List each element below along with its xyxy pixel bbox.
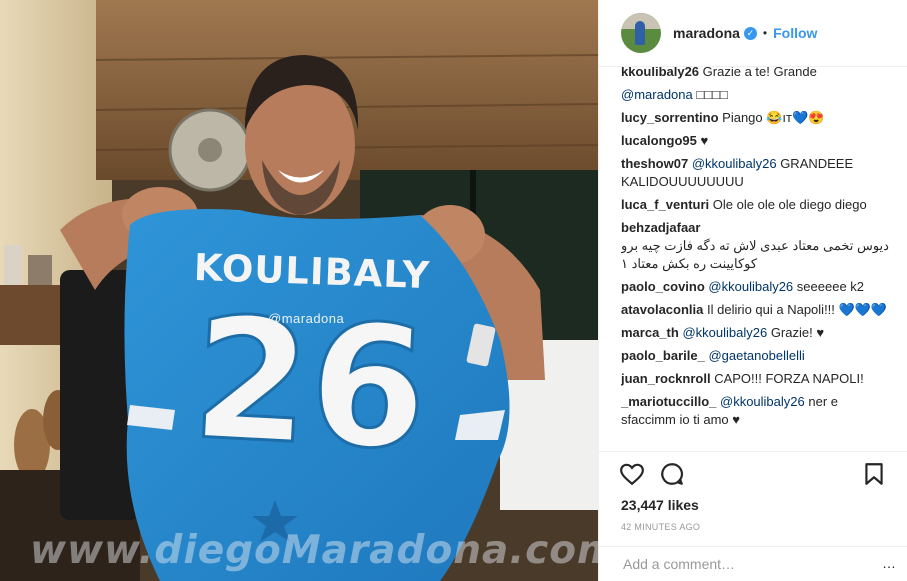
comment-item: lucy_sorrentino Piango 😂ıт💙😍 (621, 109, 896, 127)
comment-text: Grazie a te! Grande (702, 67, 817, 79)
post-photo[interactable]: KOULIBALY 26 @maradona www.diegoMaradona… (0, 0, 598, 581)
site-watermark: www.diegoMaradona.com (30, 528, 598, 573)
instagram-watermark: @maradona (268, 311, 345, 326)
comments-scroll: kkoulibaly26 Grazie a te! Grande @marado… (621, 67, 896, 429)
comment-username[interactable]: paolo_covino (621, 279, 705, 294)
separator-dot: • (762, 26, 768, 40)
instagram-post: KOULIBALY 26 @maradona www.diegoMaradona… (0, 0, 907, 581)
more-options-icon[interactable]: … (882, 555, 896, 571)
comment-text: دیوس تخمی معتاد عبدی لاش ته دگه فازت چیه… (621, 238, 889, 271)
comment-item: _mariotuccillo_ @kkoulibaly26 ner e sfac… (621, 393, 896, 429)
avatar[interactable] (621, 13, 661, 53)
post-header: maradona ✓ • Follow (599, 0, 907, 67)
comment-item: @maradona □□□□ (621, 86, 896, 104)
comment-item: theshow07 @kkoulibaly26 GRANDEEE KALIDOU… (621, 155, 896, 191)
comment-text: Piango 😂ıт💙😍 (722, 110, 825, 125)
action-icons (599, 452, 907, 496)
comment-username[interactable]: theshow07 (621, 156, 688, 171)
heart-icon[interactable] (619, 461, 645, 487)
comment-text: CAPO!!! FORZA NAPOLI! (714, 371, 864, 386)
post-actions: 23,447 likes 42 MINUTES AGO (599, 451, 907, 532)
comment-item: paolo_barile_ @gaetanobellelli (621, 347, 896, 365)
comment-item: juan_rocknroll CAPO!!! FORZA NAPOLI! (621, 370, 896, 388)
comment-item: paolo_covino @kkoulibaly26 seeeeee k2 (621, 278, 896, 296)
comment-text: Il delirio qui a Napoli!!! 💙💙💙 (707, 302, 888, 317)
add-comment-input[interactable] (621, 555, 825, 573)
post-timestamp[interactable]: 42 MINUTES AGO (621, 522, 700, 532)
author-username[interactable]: maradona (673, 25, 740, 41)
comment-mention[interactable]: @kkoulibaly26 (708, 279, 793, 294)
comments-list[interactable]: kkoulibaly26 Grazie a te! Grande @marado… (621, 67, 896, 451)
comment-item: luca_f_venturi Ole ole ole ole diego die… (621, 196, 896, 214)
comment-item: behzadjafaar دیوس تخمی معتاد عبدی لاش ته… (621, 219, 896, 273)
comment-text: Grazie! ♥ (770, 325, 825, 340)
bookmark-icon[interactable] (861, 461, 887, 487)
comment-username[interactable]: behzadjafaar (621, 220, 700, 235)
comment-username[interactable]: _mariotuccillo_ (621, 394, 716, 409)
comment-username[interactable]: kkoulibaly26 (621, 67, 699, 79)
comment-mention[interactable]: @kkoulibaly26 (692, 156, 777, 171)
comment-mention[interactable]: @maradona (621, 87, 693, 102)
comment-username[interactable]: juan_rocknroll (621, 371, 711, 386)
comment-username[interactable]: paolo_barile_ (621, 348, 705, 363)
comment-mention[interactable]: @kkoulibaly26 (720, 394, 805, 409)
comment-text: □□□□ (696, 87, 728, 102)
comment-text: ♥ (700, 133, 709, 148)
comment-item: atavolaconlia Il delirio qui a Napoli!!!… (621, 301, 896, 319)
comment-mention[interactable]: @kkoulibaly26 (682, 325, 767, 340)
follow-button[interactable]: Follow (773, 25, 817, 41)
comment-username[interactable]: luca_f_venturi (621, 197, 709, 212)
comment-text: seeeeee k2 (796, 279, 865, 294)
comment-username[interactable]: atavolaconlia (621, 302, 703, 317)
comment-text: Ole ole ole ole diego diego (712, 197, 867, 212)
comment-item: marca_th @kkoulibaly26 Grazie! ♥ (621, 324, 896, 342)
shelf (0, 285, 60, 345)
likes-count[interactable]: 23,447 likes (621, 497, 699, 513)
comment-username[interactable]: marca_th (621, 325, 679, 340)
comment-username[interactable]: lucalongo95 (621, 133, 697, 148)
add-comment-bar: … (599, 546, 907, 581)
comment-mention[interactable]: @gaetanobellelli (708, 348, 804, 363)
comment-username[interactable]: lucy_sorrentino (621, 110, 719, 125)
verified-badge-icon: ✓ (743, 26, 757, 40)
comment-icon[interactable] (659, 461, 685, 487)
comment-item: kkoulibaly26 Grazie a te! Grande (621, 67, 896, 81)
post-side-panel: maradona ✓ • Follow kkoulibaly26 Grazie … (598, 0, 907, 581)
comment-item: lucalongo95 ♥ (621, 132, 896, 150)
